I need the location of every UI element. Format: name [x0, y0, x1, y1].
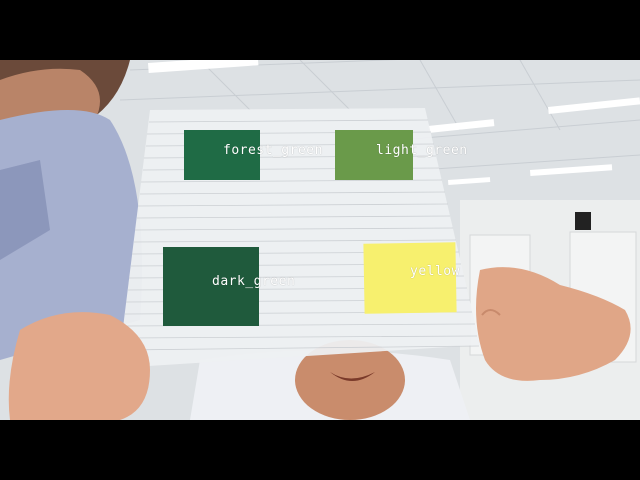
camera-frame: forest_green light_green dark_green yell… [0, 0, 640, 480]
detection-label-light-green: light_green [376, 143, 468, 158]
detection-label-forest-green: forest_green [223, 143, 323, 158]
detection-label-yellow: yellow [410, 264, 460, 279]
detection-label-dark-green: dark_green [212, 274, 296, 289]
camera-image: forest_green light_green dark_green yell… [0, 60, 640, 420]
scene-illustration [0, 60, 640, 420]
